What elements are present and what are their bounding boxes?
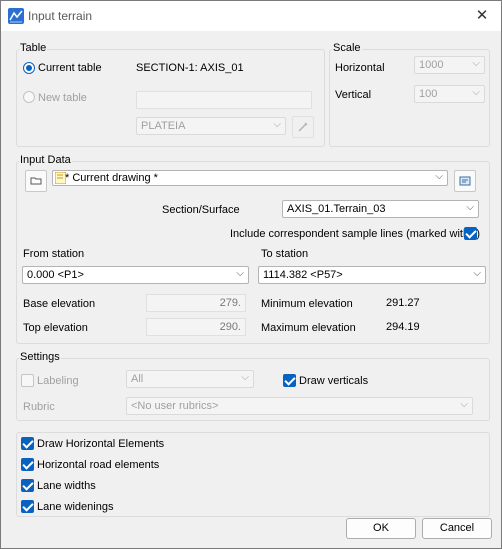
- current-table-radio[interactable]: [23, 62, 35, 74]
- include-sample-label: Include correspondent sample lines (mark…: [230, 228, 481, 240]
- vertical-label: Vertical: [335, 89, 372, 101]
- table-group-label: Table: [19, 42, 48, 54]
- to-station-combo[interactable]: 1114.382 <P57> ⌵: [258, 266, 486, 284]
- title-bar: Input terrain ✕: [1, 1, 501, 31]
- from-station-combo[interactable]: 0.000 <P1> ⌵: [22, 266, 249, 284]
- app-icon: [8, 8, 24, 24]
- to-station-label: To station: [261, 248, 309, 260]
- section-surface-label: Section/Surface: [162, 204, 240, 216]
- labeling-combo[interactable]: All ⌵: [126, 370, 254, 388]
- base-elevation-label: Base elevation: [23, 298, 96, 310]
- rubric-combo[interactable]: <No user rubrics> ⌵: [126, 397, 473, 415]
- chevron-down-icon: ⌵: [472, 87, 480, 98]
- input-data-group: [16, 161, 490, 344]
- draw-verticals-checkbox[interactable]: [283, 374, 296, 387]
- horizontal-road-label: Horizontal road elements: [37, 459, 160, 471]
- labeling-checkbox[interactable]: [21, 374, 34, 387]
- chevron-down-icon: ⌵: [473, 268, 481, 279]
- from-station-label: From station: [23, 248, 85, 260]
- settings-group-label: Settings: [19, 351, 61, 363]
- max-elevation-label: Maximum elevation: [261, 322, 356, 334]
- top-elevation-label: Top elevation: [23, 322, 88, 334]
- chevron-down-icon: ⌵: [435, 171, 443, 182]
- current-table-label: Current table: [38, 62, 102, 74]
- horizontal-scale-combo[interactable]: 1000 ⌵: [414, 56, 485, 74]
- lane-widenings-label: Lane widenings: [37, 501, 114, 513]
- new-table-field[interactable]: [136, 91, 312, 109]
- new-table-label: New table: [38, 92, 87, 104]
- min-elevation-label: Minimum elevation: [261, 298, 353, 310]
- base-elevation-field[interactable]: 279.: [146, 294, 246, 312]
- close-icon[interactable]: ✕: [469, 5, 495, 27]
- chevron-down-icon: ⌵: [466, 202, 474, 213]
- ok-button[interactable]: OK: [346, 518, 416, 539]
- draw-verticals-label: Draw verticals: [299, 375, 369, 387]
- horizontal-label: Horizontal: [335, 62, 385, 74]
- chevron-down-icon: ⌵: [273, 119, 281, 130]
- new-table-radio[interactable]: [23, 91, 35, 103]
- scale-group-label: Scale: [332, 42, 362, 54]
- draw-horizontal-label: Draw Horizontal Elements: [37, 438, 165, 450]
- cancel-button[interactable]: Cancel: [422, 518, 492, 539]
- select-drawing-button[interactable]: [454, 170, 476, 192]
- input-data-group-label: Input Data: [19, 154, 72, 166]
- chevron-down-icon: ⌵: [460, 399, 468, 410]
- vertical-scale-combo[interactable]: 100 ⌵: [414, 85, 485, 103]
- drawing-select-icon: [459, 176, 471, 186]
- labeling-label: Labeling: [37, 375, 79, 387]
- draw-horizontal-checkbox[interactable]: [21, 437, 34, 450]
- lane-widths-checkbox[interactable]: [21, 479, 34, 492]
- chevron-down-icon: ⌵: [236, 268, 244, 279]
- folder-open-icon: [30, 177, 42, 185]
- chevron-down-icon: ⌵: [472, 58, 480, 69]
- window-title: Input terrain: [28, 9, 93, 23]
- pencil-icon: [298, 122, 308, 132]
- lane-widths-label: Lane widths: [37, 480, 96, 492]
- table-settings-button[interactable]: [292, 116, 314, 138]
- input-terrain-dialog: Input terrain ✕ Table Current table SECT…: [0, 0, 502, 549]
- rubric-label: Rubric: [23, 401, 55, 413]
- open-file-button[interactable]: [25, 170, 47, 192]
- max-elevation-value: 294.19: [386, 321, 420, 333]
- include-sample-checkbox[interactable]: [464, 227, 477, 240]
- chevron-down-icon: ⌵: [241, 372, 249, 383]
- min-elevation-value: 291.27: [386, 297, 420, 309]
- horizontal-road-checkbox[interactable]: [21, 458, 34, 471]
- drawing-combo[interactable]: * Current drawing * ⌵: [52, 170, 448, 186]
- top-elevation-field[interactable]: 290.: [146, 318, 246, 336]
- lane-widenings-checkbox[interactable]: [21, 500, 34, 513]
- platform-combo[interactable]: PLATEIA ⌵: [136, 117, 286, 135]
- section-surface-combo[interactable]: AXIS_01.Terrain_03 ⌵: [282, 200, 479, 218]
- current-table-value: SECTION-1: AXIS_01: [136, 62, 244, 74]
